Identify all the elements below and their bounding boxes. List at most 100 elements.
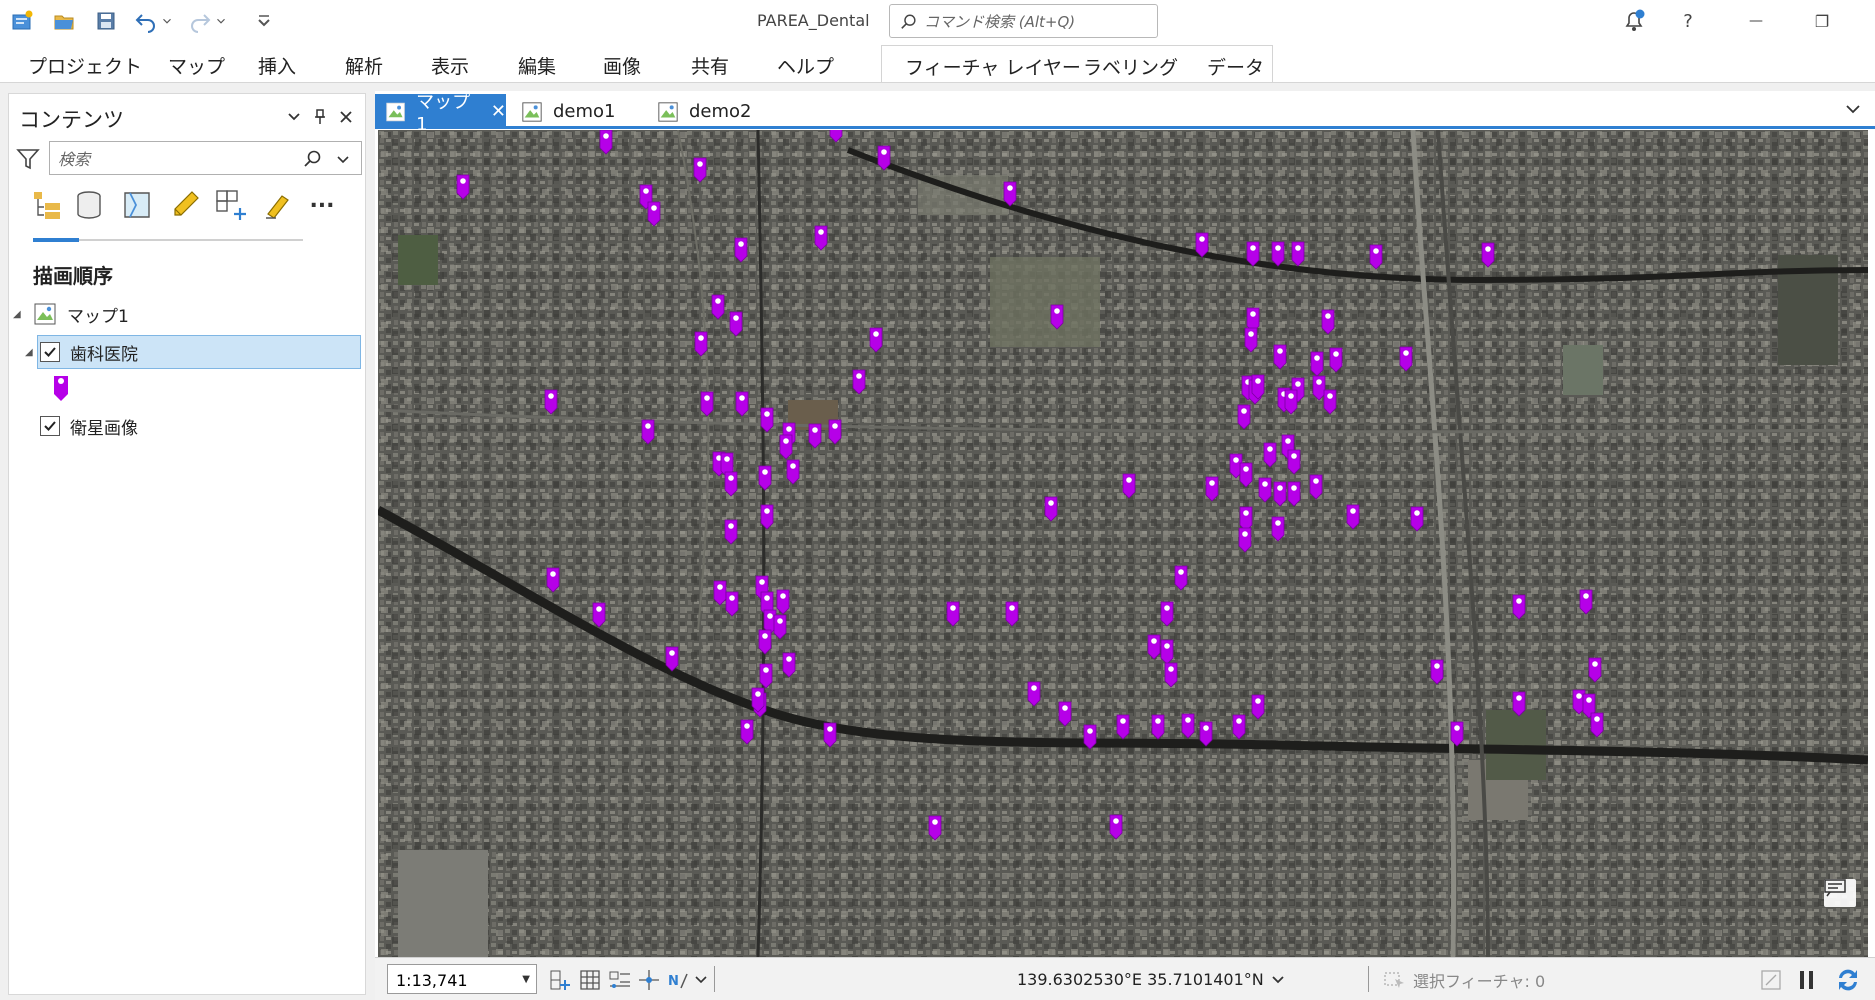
tab-share[interactable]: 共有 — [691, 52, 729, 79]
map-tab-demo1[interactable]: demo1 — [511, 94, 616, 129]
customize-toolbar-icon[interactable] — [250, 9, 278, 33]
new-project-icon[interactable] — [8, 9, 36, 33]
active-view-indicator — [33, 238, 79, 242]
grid-icon[interactable] — [578, 968, 602, 992]
filter-icon[interactable] — [15, 146, 41, 172]
contents-title: コンテンツ — [19, 108, 124, 132]
selection-icon — [1384, 972, 1404, 988]
collapse-caret-icon[interactable]: ◢ — [13, 309, 27, 320]
chevron-down-icon[interactable] — [1270, 972, 1286, 988]
layer-name: 歯科医院 — [70, 344, 138, 365]
tab-map[interactable]: マップ — [168, 52, 225, 79]
map-icon — [658, 101, 678, 122]
list-by-labeling-icon[interactable] — [259, 187, 295, 223]
tab-label: demo1 — [553, 101, 616, 122]
tab-view[interactable]: 表示 — [431, 52, 469, 79]
map-icon — [386, 102, 405, 121]
save-project-icon[interactable] — [92, 9, 120, 33]
redo-dropdown-icon[interactable] — [214, 9, 228, 33]
layer-row-satellite[interactable]: 衛星画像 — [37, 409, 138, 443]
list-by-drawing-order-icon[interactable] — [29, 187, 65, 223]
tab-label: マップ1 — [416, 92, 471, 135]
tab-data[interactable]: データ — [1207, 53, 1264, 80]
tab-label: demo2 — [689, 101, 752, 122]
chevron-down-icon[interactable] — [693, 972, 709, 988]
search-icon[interactable] — [303, 149, 323, 169]
more-options-button[interactable]: ... — [304, 182, 340, 218]
nav-tools-icon[interactable] — [608, 968, 632, 992]
tab-insert[interactable]: 挿入 — [258, 52, 296, 79]
list-by-editing-icon[interactable] — [167, 187, 203, 223]
list-by-data-source-icon[interactable] — [71, 187, 107, 223]
map-icon — [33, 302, 57, 326]
layer-search-input[interactable] — [58, 148, 298, 170]
tab-overflow-chevron-icon[interactable] — [1843, 99, 1863, 119]
tree-map-row[interactable]: ◢ マップ1 — [13, 297, 129, 331]
chevron-down-icon[interactable]: ▼ — [522, 974, 530, 985]
pin-icon[interactable] — [309, 106, 331, 128]
selected-features-status[interactable]: 選択フィーチャ: 0 — [1383, 968, 1545, 992]
separator — [1368, 966, 1369, 992]
notifications-icon[interactable] — [1614, 6, 1654, 36]
layer-row-dental[interactable]: ◢ 歯科医院 — [25, 335, 361, 369]
redo-icon[interactable] — [186, 9, 214, 33]
pause-drawing-icon[interactable] — [1795, 968, 1819, 992]
command-search[interactable] — [889, 4, 1158, 38]
pane-options-icon[interactable] — [283, 106, 305, 128]
feature-layer-context-group: フィーチャ レイヤー ラベリング データ — [881, 45, 1273, 82]
contents-pane: コンテンツ ... 描画順序 ◢ マップ1 — [8, 93, 366, 995]
layer-visibility-checkbox[interactable] — [40, 416, 60, 436]
undo-dropdown-icon[interactable] — [160, 9, 174, 33]
view-tabs-underline — [33, 238, 303, 242]
layer-name: 衛星画像 — [70, 418, 138, 439]
open-project-icon[interactable] — [50, 9, 78, 33]
layer-visibility-checkbox[interactable] — [40, 342, 60, 362]
map-view: マップ1 ✕ demo1 demo2 1:13,741 ▼ N 139.6302… — [375, 91, 1875, 1000]
layer-search-box[interactable] — [49, 141, 362, 175]
close-tab-icon[interactable]: ✕ — [491, 101, 506, 122]
undo-icon[interactable] — [132, 9, 160, 33]
status-bar: ▼ N 139.6302530°E 35.7101401°N 選択フィーチャ: … — [375, 957, 1875, 1000]
tab-labeling[interactable]: ラベリング — [1083, 53, 1178, 80]
list-by-snapping-icon[interactable] — [213, 187, 249, 223]
search-icon — [901, 14, 916, 29]
map-tab-map1[interactable]: マップ1 ✕ — [375, 92, 506, 135]
legend-toggle-icon[interactable] — [1824, 879, 1856, 907]
map-canvas[interactable] — [378, 130, 1868, 957]
ribbon-tabs: プロジェクト マップ 挿入 解析 表示 編集 画像 共有 ヘルプ フィーチャ レ… — [0, 42, 1875, 83]
scale-input[interactable] — [396, 970, 506, 990]
tab-project[interactable]: プロジェクト — [28, 52, 142, 79]
refresh-off-icon[interactable] — [1759, 968, 1783, 992]
map-name: マップ1 — [67, 306, 129, 327]
tab-feature-layer[interactable]: フィーチャ レイヤー — [905, 53, 1081, 80]
app-title: PAREA_Dental — [757, 11, 870, 30]
map-tab-bar: マップ1 ✕ demo1 demo2 — [375, 91, 1875, 135]
tab-edit[interactable]: 編集 — [518, 52, 556, 79]
svg-text:N: N — [668, 974, 679, 989]
drawing-order-heading: 描画順序 — [33, 264, 113, 288]
fixed-zoom-icon[interactable] — [548, 968, 572, 992]
minimize-button[interactable]: — — [1736, 6, 1776, 36]
coordinate-readout: 139.6302530°E 35.7101401°N — [1017, 970, 1264, 989]
map-tab-demo2[interactable]: demo2 — [647, 94, 752, 129]
title-bar: PAREA_Dental ? — ❐ — [0, 0, 1875, 42]
satellite-imagery — [378, 130, 1868, 957]
close-icon[interactable] — [335, 106, 357, 128]
command-search-input[interactable] — [924, 11, 1149, 33]
separator — [714, 966, 715, 992]
tab-help[interactable]: ヘルプ — [777, 52, 834, 79]
scale-selector[interactable]: ▼ — [387, 964, 537, 994]
map-icon — [522, 101, 542, 122]
snapping-icon[interactable] — [637, 968, 661, 992]
restore-button[interactable]: ❐ — [1802, 6, 1842, 36]
tab-imagery[interactable]: 画像 — [603, 52, 641, 79]
north-arrow-icon[interactable]: N — [667, 968, 691, 992]
dental-symbol-icon[interactable] — [51, 373, 71, 403]
refresh-icon[interactable] — [1834, 966, 1862, 994]
collapse-caret-icon[interactable]: ◢ — [25, 347, 39, 358]
help-button[interactable]: ? — [1668, 6, 1708, 36]
list-by-selection-icon[interactable] — [119, 187, 155, 223]
selected-features-label: 選択フィーチャ: 0 — [1413, 972, 1546, 991]
chevron-down-icon[interactable] — [335, 151, 351, 167]
tab-analysis[interactable]: 解析 — [345, 52, 383, 79]
